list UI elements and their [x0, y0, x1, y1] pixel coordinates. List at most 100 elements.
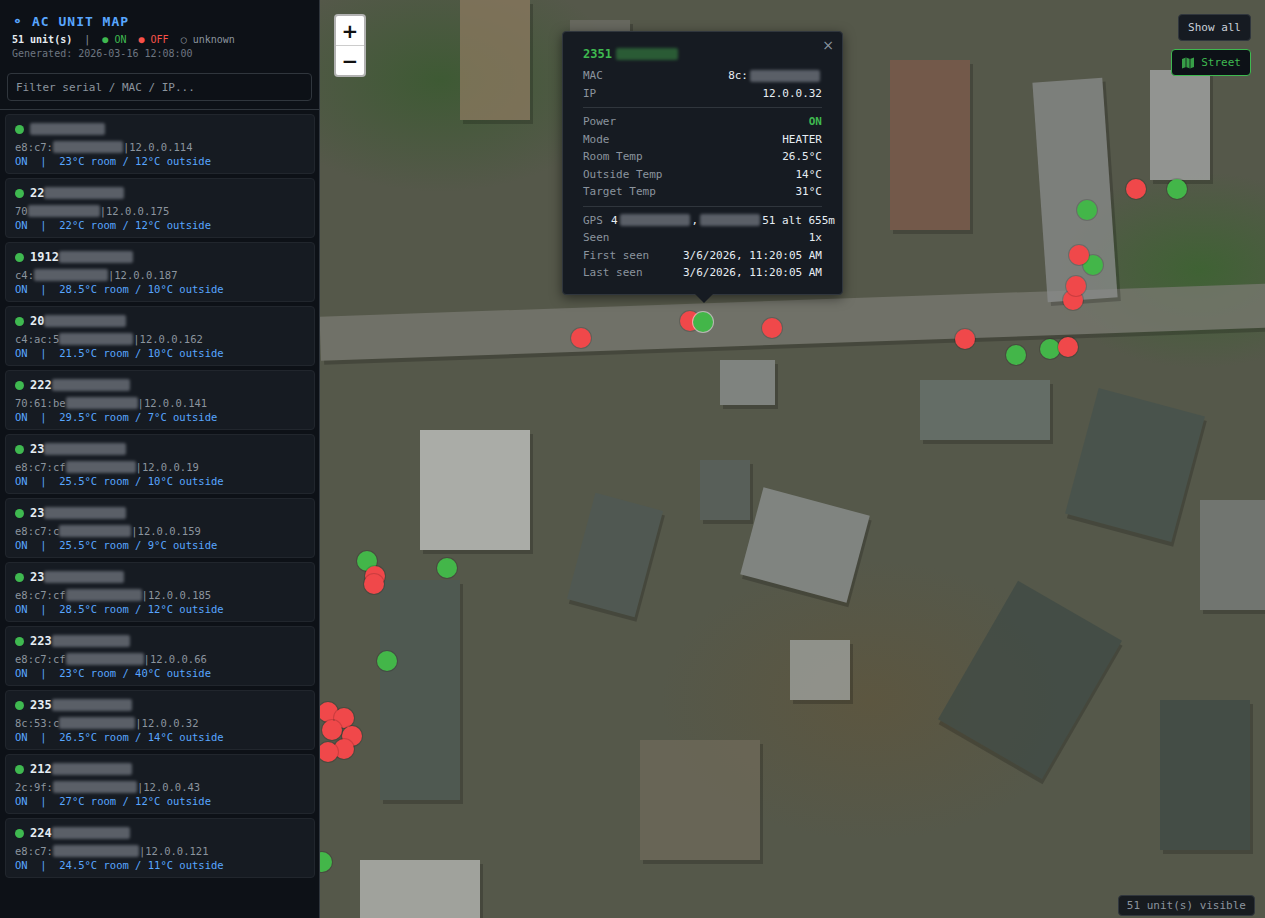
redaction — [44, 315, 126, 327]
popup-row: IP12.0.0.32 — [583, 85, 822, 103]
unit-serial: 23 — [30, 442, 44, 456]
value-text: 3/6/2026, 11:20:05 AM — [683, 249, 822, 262]
separator: | — [133, 333, 139, 345]
redaction — [44, 187, 124, 199]
map-icon — [1181, 57, 1195, 69]
unit-mac: e8:c7: — [15, 845, 53, 857]
legend-label: OFF — [151, 34, 169, 45]
unit-pin[interactable] — [1126, 179, 1146, 199]
unit-card[interactable]: 2122c:9f: | 12.0.0.43ON | 27°C room / 12… — [5, 754, 315, 814]
redaction — [52, 635, 130, 647]
redaction — [66, 653, 144, 665]
unit-serial: 222 — [30, 378, 52, 392]
status-dot — [15, 381, 24, 390]
unit-serial: 22 — [30, 186, 44, 200]
unit-pin[interactable] — [762, 318, 782, 338]
filter-input[interactable] — [7, 73, 312, 101]
separator: | — [131, 525, 137, 537]
separator: | — [136, 461, 142, 473]
redaction — [66, 589, 142, 601]
legend-label: unknown — [193, 34, 235, 45]
value-text: 14°C — [796, 168, 823, 181]
redaction — [700, 214, 760, 226]
unit-card[interactable]: 23e8:c7:c | 12.0.0.159ON | 25.5°C room /… — [5, 498, 315, 558]
show-all-button[interactable]: Show all — [1178, 14, 1251, 41]
unit-pin[interactable] — [1066, 276, 1086, 296]
unit-summary: ON | 25.5°C room / 10°C outside — [15, 475, 305, 487]
unit-pin[interactable] — [1006, 345, 1026, 365]
unit-pin[interactable] — [571, 328, 591, 348]
unit-serial: 224 — [30, 826, 52, 840]
unit-mac: 8c:53:c — [15, 717, 59, 729]
unit-serial-row: 23 — [15, 569, 305, 585]
unit-summary: ON | 21.5°C room / 10°C outside — [15, 347, 305, 359]
unit-mac: c4: — [15, 269, 34, 281]
divider — [583, 107, 822, 108]
unit-card[interactable]: 23e8:c7:cf | 12.0.0.185ON | 28.5°C room … — [5, 562, 315, 622]
row-value: 3/6/2026, 11:20:05 AM — [683, 266, 822, 279]
unit-pin[interactable] — [1167, 179, 1187, 199]
unit-pin[interactable] — [364, 574, 384, 594]
status-dot — [15, 189, 24, 198]
unit-pin[interactable] — [320, 742, 338, 762]
serial-wrap — [30, 123, 105, 135]
redaction — [66, 397, 138, 409]
unit-card[interactable]: 2358c:53:c | 12.0.0.32ON | 26.5°C room /… — [5, 690, 315, 750]
unit-pin[interactable] — [377, 651, 397, 671]
unit-pin[interactable] — [693, 312, 713, 332]
unit-serial-row — [15, 121, 305, 137]
zoom-in-button[interactable]: + — [336, 16, 364, 45]
unit-pin[interactable] — [955, 329, 975, 349]
legend-item: ● ON — [102, 34, 126, 45]
unit-ip: 12.0.0.32 — [142, 717, 199, 729]
unit-pin[interactable] — [320, 852, 332, 872]
unit-ip: 12.0.0.19 — [142, 461, 199, 473]
unit-network-row: 70:61:be | 12.0.0.141 — [15, 397, 305, 409]
unit-pin[interactable] — [1077, 200, 1097, 220]
redaction — [44, 507, 126, 519]
unit-pin[interactable] — [437, 558, 457, 578]
layer-toggle-button[interactable]: Street — [1171, 49, 1251, 76]
serial-wrap: 224 — [30, 826, 130, 840]
redaction — [52, 699, 132, 711]
map-view[interactable]: +−Show allStreet51 unit(s) visible×2351M… — [320, 0, 1265, 918]
serial-wrap: 23 — [30, 442, 126, 456]
unit-card[interactable]: 20c4:ac:5 | 12.0.0.162ON | 21.5°C room /… — [5, 306, 315, 366]
unit-ip: 12.0.0.162 — [140, 333, 203, 345]
unit-card[interactable]: 23e8:c7:cf | 12.0.0.19ON | 25.5°C room /… — [5, 434, 315, 494]
unit-network-row: e8:c7:c | 12.0.0.159 — [15, 525, 305, 537]
unit-card[interactable]: 22270:61:be | 12.0.0.141ON | 29.5°C room… — [5, 370, 315, 430]
unit-pin[interactable] — [1058, 337, 1078, 357]
unit-serial-row: 222 — [15, 377, 305, 393]
row-value: 8c: — [728, 69, 822, 82]
row-value: ON — [809, 115, 822, 128]
unit-serial: 20 — [30, 314, 44, 328]
status-dot — [15, 765, 24, 774]
unit-serial: 235 — [30, 698, 52, 712]
unit-card[interactable]: e8:c7: | 12.0.0.114ON | 23°C room / 12°C… — [5, 114, 315, 174]
separator: | — [137, 781, 143, 793]
separator: | — [108, 269, 114, 281]
zoom-out-button[interactable]: − — [336, 45, 364, 75]
unit-count: 51 unit(s) — [12, 34, 72, 45]
unit-pin[interactable] — [1040, 339, 1060, 359]
row-value: 31°C — [796, 185, 823, 198]
serial-wrap: 23 — [30, 570, 124, 584]
unit-network-row: e8:c7: | 12.0.0.121 — [15, 845, 305, 857]
close-button[interactable]: × — [822, 37, 834, 53]
unit-ip: 12.0.0.66 — [150, 653, 207, 665]
popup-row: GPS4,51 alt 655m — [583, 212, 822, 230]
unit-pin[interactable] — [1069, 245, 1089, 265]
unit-pin[interactable] — [322, 720, 342, 740]
unit-card[interactable]: 224e8:c7: | 12.0.0.121ON | 24.5°C room /… — [5, 818, 315, 878]
unit-card[interactable]: 223e8:c7:cf | 12.0.0.66ON | 23°C room / … — [5, 626, 315, 686]
popup-row: Last seen3/6/2026, 11:20:05 AM — [583, 264, 822, 282]
popup-row: Seen1x — [583, 229, 822, 247]
unit-ip: 12.0.0.159 — [138, 525, 201, 537]
unit-card[interactable]: 2270 | 12.0.0.175ON | 22°C room / 12°C o… — [5, 178, 315, 238]
row-label: GPS — [583, 214, 603, 227]
popup-title: 2351 — [583, 46, 822, 62]
unit-card[interactable]: 1912c4: | 12.0.0.187ON | 28.5°C room / 1… — [5, 242, 315, 302]
serial-wrap: 235 — [30, 698, 132, 712]
generated-time: Generated: 2026-03-16 12:08:00 — [12, 48, 307, 59]
